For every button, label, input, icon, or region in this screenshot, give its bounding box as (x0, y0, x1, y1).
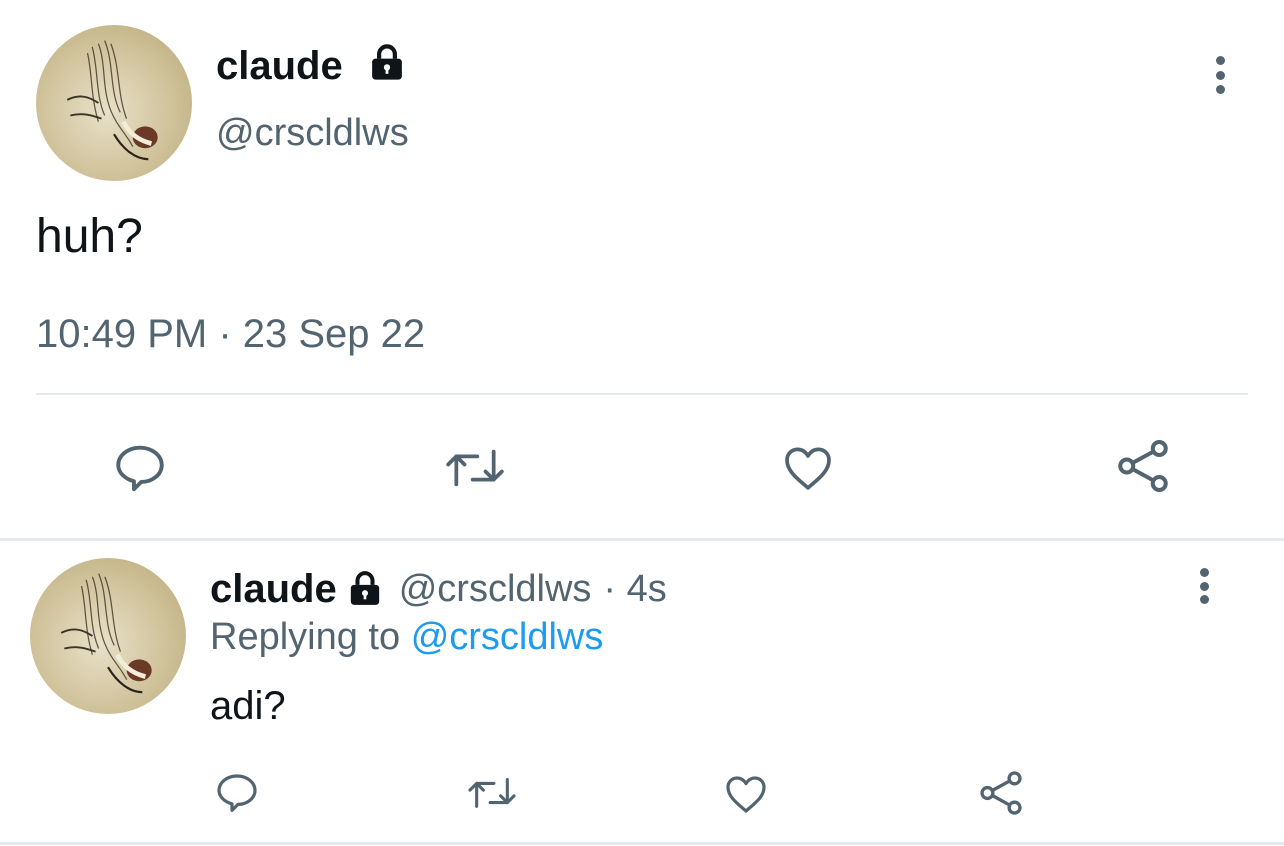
lock-icon (366, 42, 408, 84)
replying-to-handle[interactable]: @crscldlws (411, 616, 604, 658)
reply-author-name[interactable]: claude (210, 566, 337, 612)
more-options-icon[interactable] (1212, 56, 1228, 94)
tweet-text: huh? (36, 210, 143, 263)
reply-avatar[interactable] (30, 558, 186, 714)
reply-icon[interactable] (110, 438, 170, 496)
reply-author-handle[interactable]: @crscldlws (399, 566, 592, 612)
retweet-icon[interactable] (462, 770, 522, 816)
share-icon[interactable] (1112, 436, 1174, 496)
replying-to-label: Replying to (210, 616, 401, 658)
author-handle[interactable]: @crscldlws (216, 110, 409, 156)
avatar-artwork (66, 40, 158, 161)
reply-text: adi? (210, 684, 286, 728)
lock-icon (345, 569, 385, 609)
share-icon[interactable] (974, 768, 1028, 818)
replying-to: Replying to @crscldlws (210, 614, 603, 660)
divider (0, 842, 1284, 845)
avatar[interactable] (36, 25, 192, 181)
divider (36, 393, 1248, 395)
like-icon[interactable] (778, 440, 838, 496)
reply-time[interactable]: · 4s (603, 566, 666, 612)
reply-icon[interactable] (212, 768, 262, 816)
retweet-icon[interactable] (440, 440, 510, 496)
tweet-timestamp[interactable]: 10:49 PM · 23 Sep 22 (36, 309, 425, 359)
author-name[interactable]: claude (216, 42, 343, 90)
divider (0, 538, 1284, 541)
like-icon[interactable] (720, 770, 772, 818)
avatar-artwork (60, 573, 152, 694)
reply-header: claude @crscldlws · 4s (210, 566, 667, 612)
more-options-icon[interactable] (1196, 568, 1212, 604)
